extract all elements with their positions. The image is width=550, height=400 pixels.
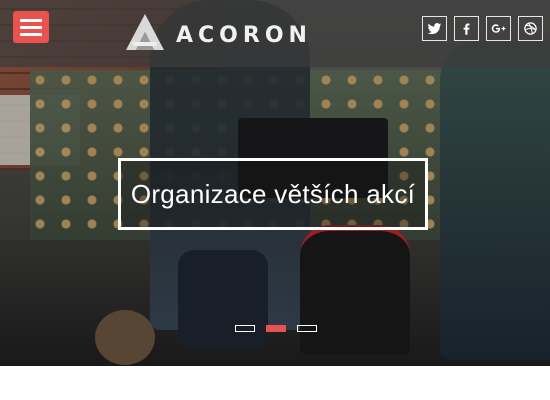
- slide-caption: Organizace větších akcí: [118, 158, 428, 230]
- google-plus-icon: [491, 24, 506, 33]
- dribbble-button[interactable]: [518, 16, 543, 41]
- google-plus-button[interactable]: [486, 16, 511, 41]
- slider-dot-2[interactable]: [266, 325, 286, 332]
- hamburger-icon: [20, 18, 42, 22]
- dribbble-icon: [524, 22, 537, 35]
- facebook-button[interactable]: [454, 16, 479, 41]
- hamburger-icon: [20, 25, 42, 29]
- logo-text: ACORON: [176, 22, 312, 48]
- slide-caption-text: Organizace větších akcí: [130, 178, 416, 209]
- twitter-button[interactable]: [422, 16, 447, 41]
- facebook-icon: [463, 23, 470, 35]
- twitter-icon: [427, 23, 442, 35]
- slider-dot-3[interactable]: [297, 325, 317, 332]
- menu-button[interactable]: [13, 11, 49, 43]
- acoron-logo-icon: [126, 14, 164, 50]
- slider-dot-1[interactable]: [235, 325, 255, 332]
- page: Organizace větších akcí ACORON: [0, 0, 550, 400]
- hamburger-icon: [20, 32, 42, 36]
- top-navigation-bar: ACORON: [0, 0, 550, 67]
- logo[interactable]: ACORON: [124, 12, 312, 52]
